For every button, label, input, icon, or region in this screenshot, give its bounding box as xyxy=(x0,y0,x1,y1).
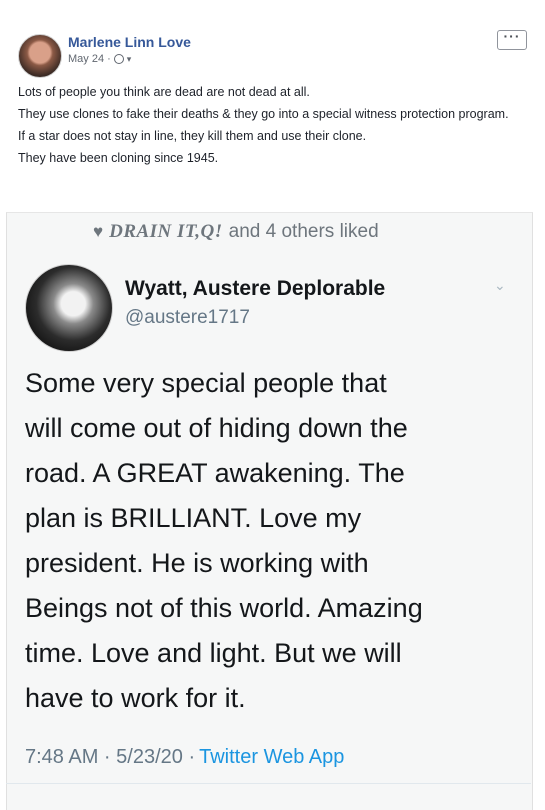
tweet-footer: 7:48 AM · 5/23/20 · Twitter Web App xyxy=(25,746,344,769)
post-paragraph: If a star does not stay in line, they ki… xyxy=(18,129,367,143)
globe-icon xyxy=(113,54,124,64)
tweet-timestamp: 7:48 AM · 5/23/20 · xyxy=(25,746,196,768)
liked-by-rest: and 4 others liked xyxy=(228,221,379,242)
post-paragraph: They use clones to fake their deaths & t… xyxy=(18,107,509,121)
tweet-line: plan is BRILLIANT. Love my xyxy=(25,503,362,533)
post-meta: May 24 · ▾ xyxy=(68,53,131,65)
heart-icon: ♥ xyxy=(93,222,104,241)
tweet-line: have to work for it. xyxy=(25,683,246,713)
tweet-author-handle: @austere1717 xyxy=(125,307,250,328)
post-paragraph: Lots of people you think are dead are no… xyxy=(18,85,310,99)
tweet-line: Beings not of this world. Amazing xyxy=(25,593,423,623)
liked-by-row: ♥ DRAIN IT,Q! and 4 others liked xyxy=(93,221,379,243)
caret-down-icon[interactable]: ▾ xyxy=(127,54,132,65)
post-text: Lots of people you think are dead are no… xyxy=(18,83,523,171)
tweet-author-avatar xyxy=(25,264,113,352)
tweet-screenshot[interactable]: ♥ DRAIN IT,Q! and 4 others liked Wyatt, … xyxy=(6,212,533,810)
liked-by-name: DRAIN IT,Q! xyxy=(109,221,223,242)
tweet-line: president. He is working with xyxy=(25,548,369,578)
tweet-body: Some very special people that will come … xyxy=(25,361,525,721)
author-name-link[interactable]: Marlene Linn Love xyxy=(68,34,191,50)
post-paragraph: They have been cloning since 1945. xyxy=(18,151,219,165)
tweet-line: time. Love and light. But we will xyxy=(25,638,402,668)
tweet-source: Twitter Web App xyxy=(199,746,345,768)
post-header: Marlene Linn Love May 24 · ▾ ··· xyxy=(18,29,538,78)
tweet-line: road. A GREAT awakening. The xyxy=(25,458,405,488)
post-date[interactable]: May 24 · xyxy=(68,53,111,65)
author-avatar[interactable] xyxy=(18,34,62,78)
tweet-line: will come out of hiding down the xyxy=(25,413,408,443)
more-options-button[interactable]: ··· xyxy=(497,29,527,50)
divider xyxy=(6,783,531,784)
facebook-post: Marlene Linn Love May 24 · ▾ ··· Lots of… xyxy=(0,0,545,810)
tweet-author-name: Wyatt, Austere Deplorable xyxy=(125,277,386,300)
chevron-down-icon: ⌄ xyxy=(494,277,506,293)
tweet-line: Some very special people that xyxy=(25,368,387,398)
